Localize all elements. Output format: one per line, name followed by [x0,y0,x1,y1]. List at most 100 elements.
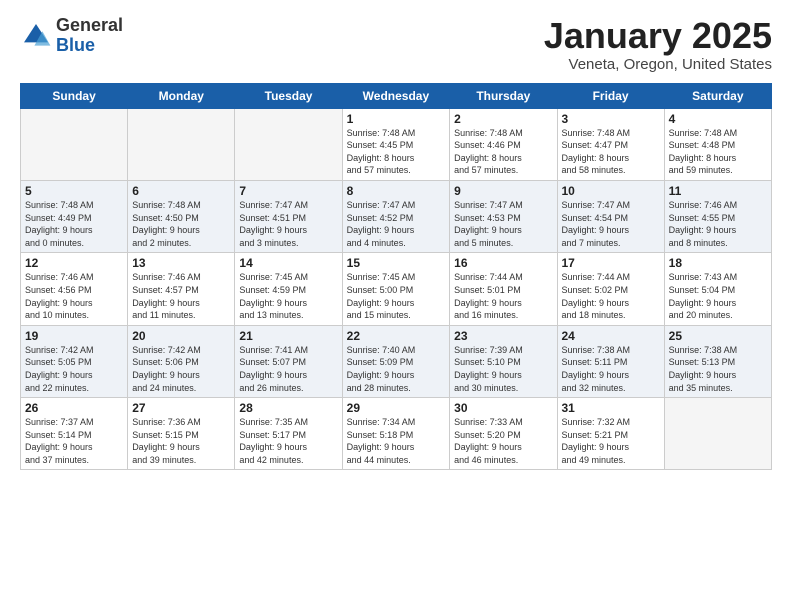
day-number: 10 [562,184,660,198]
day-info: Sunrise: 7:45 AM Sunset: 5:00 PM Dayligh… [347,271,446,321]
table-row: 20Sunrise: 7:42 AM Sunset: 5:06 PM Dayli… [128,325,235,397]
day-info: Sunrise: 7:48 AM Sunset: 4:49 PM Dayligh… [25,199,123,249]
day-info: Sunrise: 7:35 AM Sunset: 5:17 PM Dayligh… [239,416,337,466]
day-number: 12 [25,256,123,270]
table-row: 23Sunrise: 7:39 AM Sunset: 5:10 PM Dayli… [450,325,557,397]
day-number: 6 [132,184,230,198]
calendar-subtitle: Veneta, Oregon, United States [544,56,772,73]
day-number: 21 [239,329,337,343]
day-info: Sunrise: 7:44 AM Sunset: 5:01 PM Dayligh… [454,271,552,321]
day-number: 31 [562,401,660,415]
day-info: Sunrise: 7:40 AM Sunset: 5:09 PM Dayligh… [347,344,446,394]
calendar-header-row: Sunday Monday Tuesday Wednesday Thursday… [21,83,772,108]
day-info: Sunrise: 7:48 AM Sunset: 4:48 PM Dayligh… [669,127,767,177]
day-info: Sunrise: 7:48 AM Sunset: 4:50 PM Dayligh… [132,199,230,249]
table-row: 7Sunrise: 7:47 AM Sunset: 4:51 PM Daylig… [235,180,342,252]
logo: General Blue [20,16,123,56]
table-row: 27Sunrise: 7:36 AM Sunset: 5:15 PM Dayli… [128,398,235,470]
table-row [128,108,235,180]
day-info: Sunrise: 7:46 AM Sunset: 4:57 PM Dayligh… [132,271,230,321]
day-number: 18 [669,256,767,270]
day-info: Sunrise: 7:48 AM Sunset: 4:46 PM Dayligh… [454,127,552,177]
day-info: Sunrise: 7:41 AM Sunset: 5:07 PM Dayligh… [239,344,337,394]
table-row: 12Sunrise: 7:46 AM Sunset: 4:56 PM Dayli… [21,253,128,325]
day-number: 7 [239,184,337,198]
calendar-week-row: 12Sunrise: 7:46 AM Sunset: 4:56 PM Dayli… [21,253,772,325]
calendar-title: January 2025 [544,16,772,56]
day-info: Sunrise: 7:37 AM Sunset: 5:14 PM Dayligh… [25,416,123,466]
table-row: 16Sunrise: 7:44 AM Sunset: 5:01 PM Dayli… [450,253,557,325]
table-row: 24Sunrise: 7:38 AM Sunset: 5:11 PM Dayli… [557,325,664,397]
header-friday: Friday [557,83,664,108]
header-saturday: Saturday [664,83,771,108]
table-row: 4Sunrise: 7:48 AM Sunset: 4:48 PM Daylig… [664,108,771,180]
day-number: 17 [562,256,660,270]
day-number: 26 [25,401,123,415]
day-number: 16 [454,256,552,270]
table-row: 15Sunrise: 7:45 AM Sunset: 5:00 PM Dayli… [342,253,450,325]
calendar-week-row: 19Sunrise: 7:42 AM Sunset: 5:05 PM Dayli… [21,325,772,397]
header-sunday: Sunday [21,83,128,108]
day-info: Sunrise: 7:42 AM Sunset: 5:06 PM Dayligh… [132,344,230,394]
day-info: Sunrise: 7:46 AM Sunset: 4:55 PM Dayligh… [669,199,767,249]
day-info: Sunrise: 7:36 AM Sunset: 5:15 PM Dayligh… [132,416,230,466]
day-info: Sunrise: 7:45 AM Sunset: 4:59 PM Dayligh… [239,271,337,321]
day-info: Sunrise: 7:38 AM Sunset: 5:11 PM Dayligh… [562,344,660,394]
day-info: Sunrise: 7:34 AM Sunset: 5:18 PM Dayligh… [347,416,446,466]
title-block: January 2025 Veneta, Oregon, United Stat… [544,16,772,73]
table-row: 5Sunrise: 7:48 AM Sunset: 4:49 PM Daylig… [21,180,128,252]
table-row [664,398,771,470]
table-row: 21Sunrise: 7:41 AM Sunset: 5:07 PM Dayli… [235,325,342,397]
table-row [21,108,128,180]
day-number: 1 [347,112,446,126]
day-number: 15 [347,256,446,270]
logo-general: General [56,16,123,36]
calendar-week-row: 5Sunrise: 7:48 AM Sunset: 4:49 PM Daylig… [21,180,772,252]
day-number: 13 [132,256,230,270]
day-number: 23 [454,329,552,343]
day-info: Sunrise: 7:39 AM Sunset: 5:10 PM Dayligh… [454,344,552,394]
table-row: 17Sunrise: 7:44 AM Sunset: 5:02 PM Dayli… [557,253,664,325]
table-row: 11Sunrise: 7:46 AM Sunset: 4:55 PM Dayli… [664,180,771,252]
table-row: 28Sunrise: 7:35 AM Sunset: 5:17 PM Dayli… [235,398,342,470]
day-number: 5 [25,184,123,198]
day-number: 8 [347,184,446,198]
day-info: Sunrise: 7:47 AM Sunset: 4:54 PM Dayligh… [562,199,660,249]
day-number: 25 [669,329,767,343]
table-row: 6Sunrise: 7:48 AM Sunset: 4:50 PM Daylig… [128,180,235,252]
day-info: Sunrise: 7:48 AM Sunset: 4:47 PM Dayligh… [562,127,660,177]
day-number: 20 [132,329,230,343]
day-info: Sunrise: 7:44 AM Sunset: 5:02 PM Dayligh… [562,271,660,321]
table-row: 13Sunrise: 7:46 AM Sunset: 4:57 PM Dayli… [128,253,235,325]
table-row: 19Sunrise: 7:42 AM Sunset: 5:05 PM Dayli… [21,325,128,397]
day-info: Sunrise: 7:33 AM Sunset: 5:20 PM Dayligh… [454,416,552,466]
table-row: 8Sunrise: 7:47 AM Sunset: 4:52 PM Daylig… [342,180,450,252]
day-number: 30 [454,401,552,415]
header: General Blue January 2025 Veneta, Oregon… [20,16,772,73]
page: General Blue January 2025 Veneta, Oregon… [0,0,792,612]
day-info: Sunrise: 7:42 AM Sunset: 5:05 PM Dayligh… [25,344,123,394]
table-row: 1Sunrise: 7:48 AM Sunset: 4:45 PM Daylig… [342,108,450,180]
day-info: Sunrise: 7:32 AM Sunset: 5:21 PM Dayligh… [562,416,660,466]
day-number: 2 [454,112,552,126]
logo-icon [20,20,52,52]
day-number: 4 [669,112,767,126]
day-info: Sunrise: 7:48 AM Sunset: 4:45 PM Dayligh… [347,127,446,177]
day-number: 19 [25,329,123,343]
calendar-week-row: 1Sunrise: 7:48 AM Sunset: 4:45 PM Daylig… [21,108,772,180]
table-row: 26Sunrise: 7:37 AM Sunset: 5:14 PM Dayli… [21,398,128,470]
day-number: 14 [239,256,337,270]
table-row: 29Sunrise: 7:34 AM Sunset: 5:18 PM Dayli… [342,398,450,470]
day-info: Sunrise: 7:43 AM Sunset: 5:04 PM Dayligh… [669,271,767,321]
day-number: 27 [132,401,230,415]
table-row: 10Sunrise: 7:47 AM Sunset: 4:54 PM Dayli… [557,180,664,252]
logo-text: General Blue [56,16,123,56]
table-row [235,108,342,180]
day-number: 29 [347,401,446,415]
table-row: 30Sunrise: 7:33 AM Sunset: 5:20 PM Dayli… [450,398,557,470]
header-thursday: Thursday [450,83,557,108]
day-number: 22 [347,329,446,343]
table-row: 22Sunrise: 7:40 AM Sunset: 5:09 PM Dayli… [342,325,450,397]
table-row: 31Sunrise: 7:32 AM Sunset: 5:21 PM Dayli… [557,398,664,470]
header-wednesday: Wednesday [342,83,450,108]
